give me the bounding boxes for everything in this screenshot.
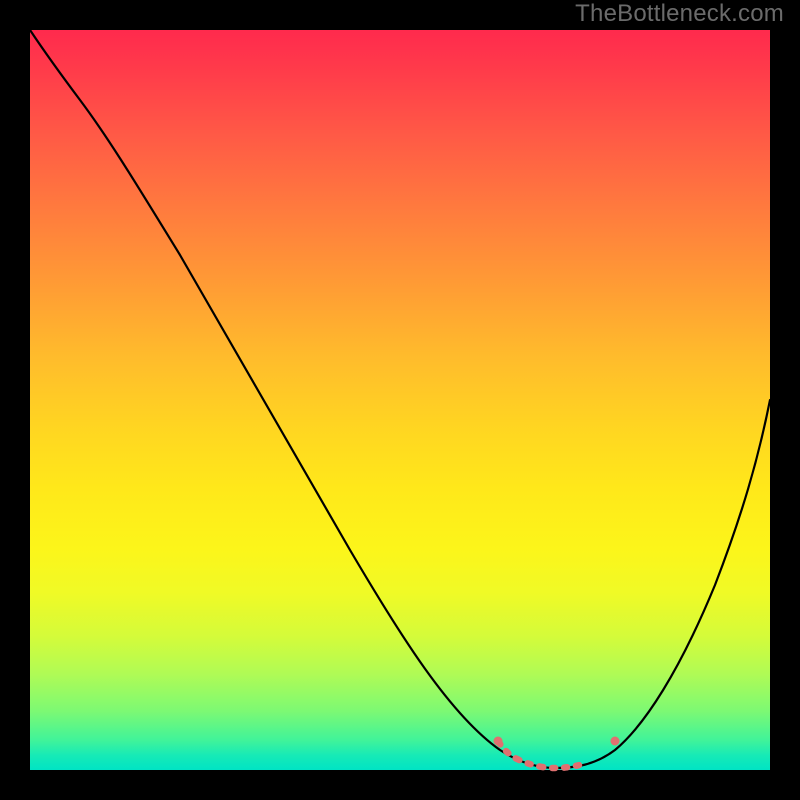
chart-frame: TheBottleneck.com	[0, 0, 800, 800]
bottleneck-curve-svg	[30, 30, 770, 770]
bottleneck-curve	[30, 30, 770, 768]
trough-right-knob	[611, 737, 620, 746]
plot-area	[30, 30, 770, 770]
trough-marker	[498, 741, 615, 768]
watermark-text: TheBottleneck.com	[575, 0, 784, 28]
trough-left-knob	[494, 737, 503, 746]
